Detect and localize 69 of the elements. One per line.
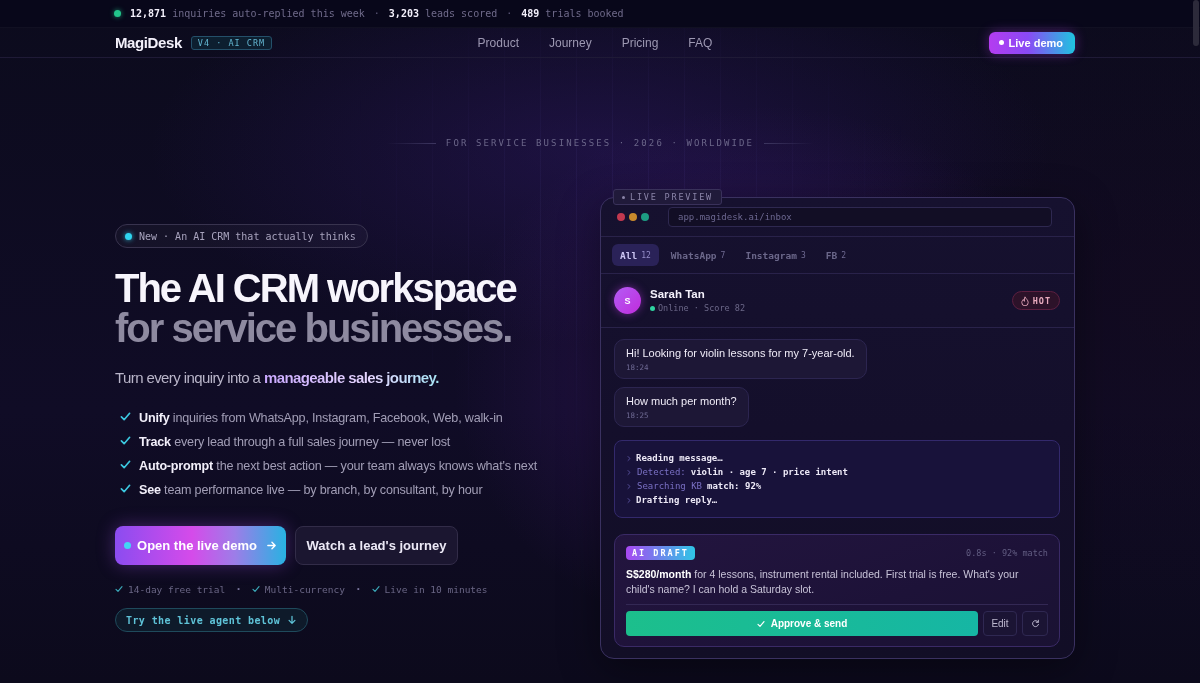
live-demo-button[interactable]: Live demo <box>988 31 1075 54</box>
message-text: Hi! Looking for violin lessons for my 7-year-old. <box>626 346 855 361</box>
check-icon <box>251 585 260 593</box>
subtitle: Turn every inquiry into a manageable sales journey. <box>115 368 440 388</box>
perk-text: Multi-currency <box>264 583 345 595</box>
feature-text: Auto-prompt the next best action — your team always knows what's next <box>139 459 538 473</box>
logo[interactable]: MagiDesk <box>115 34 182 51</box>
scrollbar-thumb[interactable] <box>1193 0 1199 46</box>
check-icon <box>120 410 131 422</box>
log-text: match: 92% <box>707 481 762 491</box>
message-text: How much per month? <box>626 394 737 409</box>
live-tag-text: LIVE PREVIEW <box>630 192 713 202</box>
check-icon <box>120 458 131 470</box>
arrow-right-icon <box>265 540 277 551</box>
dot-icon <box>622 195 625 199</box>
log-text: Reading message… <box>636 453 723 463</box>
perk-text: Live in 10 minutes <box>384 583 488 595</box>
dot-icon <box>125 232 132 240</box>
refresh-icon <box>1030 619 1040 628</box>
edit-button[interactable]: Edit <box>983 611 1017 636</box>
watch-journey-button[interactable]: Watch a lead's journey <box>295 526 458 565</box>
avatar: S <box>614 287 641 314</box>
log-text: Drafting reply… <box>636 495 718 505</box>
stat-text: 489 trials booked <box>521 8 624 19</box>
feature-text: See team performance live — by branch, by consultant, by hour <box>139 483 483 497</box>
filter-tab[interactable]: WhatsApp 7 <box>662 244 734 266</box>
log-text: violin · age 7 · price intent <box>690 467 848 477</box>
draft-reply: S$280/month for 4 lessons, instrument rental included. First trial is free. What's your child's name? I can hold a Saturday slot. <box>626 567 1020 597</box>
badge-text: New · An AI CRM that actually thinks <box>139 230 356 242</box>
separator: · <box>235 582 242 596</box>
draft-meta: 0.8s · 92% match <box>966 548 1048 558</box>
status-dot-icon <box>114 10 121 17</box>
separator: · <box>506 8 513 19</box>
open-demo-button[interactable]: Open the live demo <box>115 526 286 565</box>
filter-tab[interactable]: All 12 <box>612 244 659 266</box>
filter-tab[interactable]: FB 2 <box>817 244 854 266</box>
live-agent-link[interactable]: Try the live agent below <box>115 608 309 632</box>
nav-link[interactable]: Journey <box>548 35 592 50</box>
check-icon <box>115 585 123 593</box>
hot-badge: HOT <box>1011 291 1060 310</box>
separator: · <box>354 582 362 596</box>
dot-icon <box>998 40 1004 45</box>
check-icon <box>371 585 380 593</box>
filter-tab[interactable]: Instagram 3 <box>737 244 814 266</box>
nav-link[interactable]: Pricing <box>621 35 659 50</box>
arrow-down-icon <box>287 615 298 625</box>
log-label: Searching KB <box>637 481 703 491</box>
check-icon <box>756 619 765 628</box>
flame-icon <box>1020 295 1029 306</box>
feature-text: Unify inquiries from WhatsApp, Instagram, Facebook, Web, walk-in <box>139 411 503 425</box>
stat-text: 3,203 leads scored <box>388 8 498 19</box>
check-icon <box>120 482 131 494</box>
address-field[interactable]: app.magidesk.ai/inbox <box>668 207 1052 227</box>
ai-draft-badge: AI DRAFT <box>626 546 695 560</box>
separator: · <box>373 8 380 19</box>
perk-text: 14-day free trial <box>128 583 226 595</box>
regenerate-button[interactable] <box>1022 611 1048 636</box>
headline: The AI CRM workspace <box>115 268 518 308</box>
log-label: Detected: <box>637 467 686 477</box>
stat-text: 12,871 inquiries auto-replied this week <box>130 8 365 19</box>
dot-icon <box>124 542 132 549</box>
nav-link[interactable]: Product <box>477 35 519 50</box>
nav-link[interactable]: FAQ <box>688 35 713 50</box>
feature-text: Track every lead through a full sales journey — never lost <box>139 435 451 449</box>
contact-status: Online · Score 82 <box>658 303 745 313</box>
tagline: FOR SERVICE BUSINESSES · 2026 · WORLDWIDE <box>445 138 755 148</box>
check-icon <box>120 434 131 446</box>
contact-name: Sarah Tan <box>650 288 706 300</box>
version-badge: V4 · AI CRM <box>190 35 273 50</box>
